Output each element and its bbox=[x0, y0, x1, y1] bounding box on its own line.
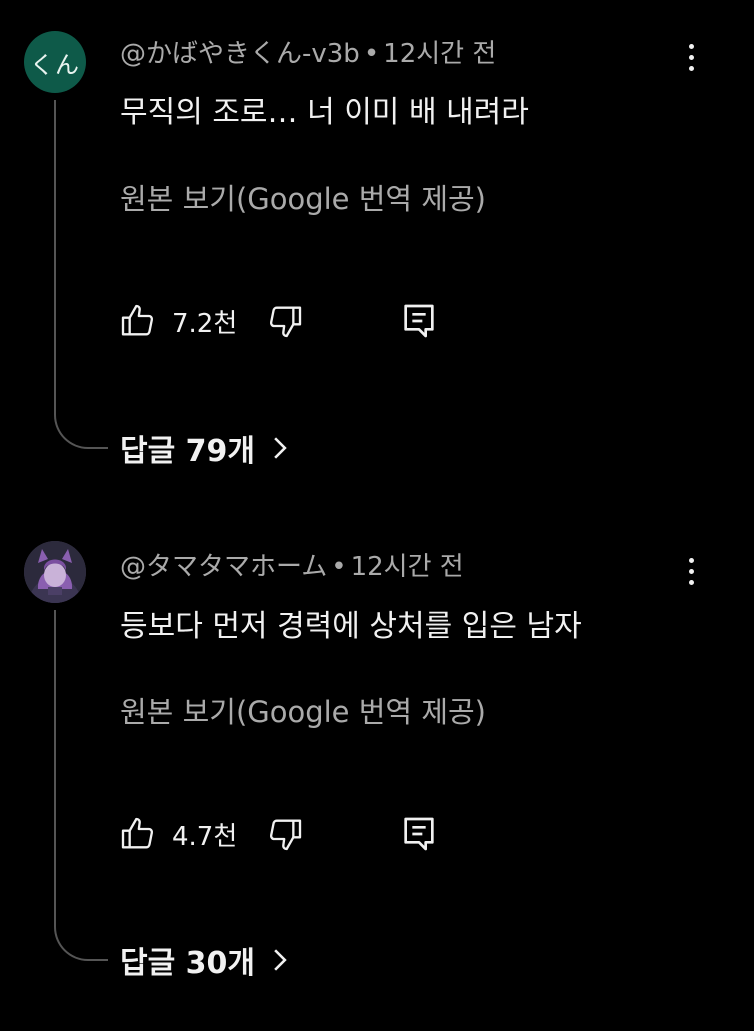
comment-time: 12시간 전 bbox=[350, 552, 464, 582]
comment-text: 등보다 먼저 경력에 상처를 입은 남자 bbox=[120, 609, 582, 644]
reply-comment-icon bbox=[404, 817, 434, 851]
thumb-down-icon bbox=[270, 819, 302, 851]
dislike-button[interactable] bbox=[265, 301, 305, 341]
more-vertical-icon bbox=[688, 43, 694, 49]
more-vertical-icon-dot bbox=[688, 568, 694, 574]
more-vertical-icon-dot bbox=[688, 65, 694, 71]
comment-author[interactable]: @かばやきくん-v3b bbox=[120, 39, 360, 69]
thumb-up-icon bbox=[121, 817, 154, 849]
like-button[interactable] bbox=[118, 301, 158, 341]
more-vertical-icon-dot bbox=[688, 54, 694, 60]
more-vertical-icon bbox=[688, 557, 694, 563]
comment-author[interactable]: @タマタマホーム bbox=[120, 552, 327, 582]
like-button[interactable] bbox=[118, 814, 158, 854]
reply-button[interactable] bbox=[399, 814, 439, 854]
comment-actions: 4.7천 bbox=[118, 812, 439, 856]
more-vertical-icon-dot bbox=[688, 579, 694, 585]
like-count: 4.7천 bbox=[172, 821, 238, 852]
more-options-button[interactable] bbox=[674, 551, 708, 591]
like-count: 7.2천 bbox=[172, 308, 238, 339]
reply-comment-icon bbox=[404, 304, 434, 338]
avatar-text: くん bbox=[30, 50, 80, 79]
replies-label: 답글 30개 bbox=[120, 946, 255, 981]
more-options-button[interactable] bbox=[674, 37, 708, 77]
thread-connector-line bbox=[54, 610, 108, 961]
avatar[interactable] bbox=[24, 541, 86, 603]
reply-button[interactable] bbox=[399, 301, 439, 341]
thumb-up-icon bbox=[121, 304, 154, 336]
comment-meta: @タマタマホーム • 12시간 전 bbox=[120, 546, 464, 583]
dislike-button[interactable] bbox=[265, 814, 305, 854]
view-original-link[interactable]: 원본 보기(Google 번역 제공) bbox=[120, 176, 486, 218]
view-replies-button[interactable]: 답글 30개 bbox=[120, 938, 289, 982]
avatar-image-icon bbox=[24, 541, 86, 603]
comment-meta: @かばやきくん-v3b • 12시간 전 bbox=[120, 33, 496, 70]
comment-text: 무직의 조로… 너 이미 배 내려라 bbox=[120, 95, 529, 130]
avatar[interactable]: くん bbox=[24, 31, 86, 93]
chevron-right-icon bbox=[271, 947, 289, 973]
replies-label: 답글 79개 bbox=[120, 434, 255, 469]
meta-separator: • bbox=[331, 552, 347, 582]
comment-time: 12시간 전 bbox=[383, 39, 497, 69]
view-original-link[interactable]: 원본 보기(Google 번역 제공) bbox=[120, 689, 486, 731]
meta-separator: • bbox=[363, 39, 380, 69]
view-replies-button[interactable]: 답글 79개 bbox=[120, 426, 289, 470]
thumb-down-icon bbox=[270, 306, 302, 338]
thread-connector-line bbox=[54, 100, 108, 449]
comment-actions: 7.2천 bbox=[118, 299, 439, 343]
chevron-right-icon bbox=[271, 435, 289, 461]
